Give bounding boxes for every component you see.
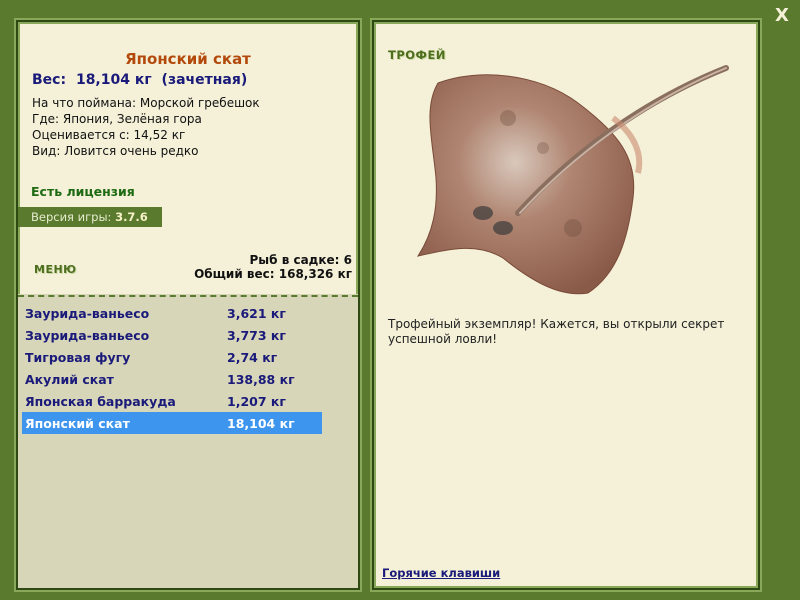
fish-row-weight: 18,104 кг [227,416,295,431]
version-label: Версия игры: [31,210,112,224]
weight-value: 18,104 кг [75,72,152,88]
fish-row-weight: 3,621 кг [227,306,286,321]
stingray-image [416,65,729,295]
fish-list-row[interactable]: Японская барракуда 1,207 кг [22,390,322,412]
fish-row-name: Тигровая фугу [25,350,131,365]
close-button[interactable]: X [772,6,792,26]
fish-row-weight: 3,773 кг [227,328,286,343]
fish-list-row[interactable]: Тигровая фугу 2,74 кг [22,346,322,368]
rarity-info: Вид: Ловится очень редко [32,144,199,158]
fish-row-weight: 1,207 кг [227,394,286,409]
fish-row-name: Японская барракуда [25,394,176,409]
fish-row-weight: 2,74 кг [227,350,278,365]
trophy-label: ТРОФЕЙ [388,48,446,62]
keepnet-total: Общий вес: 168,326 кг [194,267,352,281]
fish-weight: Вес: 18,104 кг (зачетная) [32,72,247,88]
keepnet-count: Рыб в садке: 6 [249,253,353,267]
weight-note: (зачетная) [161,72,248,88]
version-value: 3.7.6 [115,210,148,224]
license-status: Есть лицензия [31,184,135,199]
bait-info: На что поймана: Морской гребешок [32,96,260,110]
weight-label: Вес: [32,72,67,88]
menu-button[interactable]: МЕНЮ [34,263,77,276]
divider [18,295,358,297]
hotkeys-link[interactable]: Горячие клавиши [382,566,500,580]
fish-row-name: Акулий скат [25,372,114,387]
fish-info-panel: Японский скат Вес: 18,104 кг (зачетная) … [16,20,360,590]
fish-row-name: Японский скат [25,416,130,431]
value-info: Оценивается с: 14,52 кг [32,128,186,142]
fish-row-name: Заурида-ваньесо [25,306,150,321]
trophy-panel: ТРОФЕЙ Трофейный экземпляр! Кажется, вы … [372,20,760,590]
fish-list-row[interactable]: Акулий скат 138,88 кг [22,368,322,390]
fish-list-row[interactable]: Заурида-ваньесо 3,773 кг [22,324,322,346]
trophy-description: Трофейный экземпляр! Кажется, вы открыли… [388,317,725,346]
fish-list-row[interactable]: Заурида-ваньесо 3,621 кг [22,302,322,324]
fish-list-row-selected[interactable]: Японский скат 18,104 кг [22,412,322,434]
version-bar: Версия игры: 3.7.6 [18,207,162,227]
keepnet-summary: Рыб в садке: 6 Общий вес: 168,326 кг [194,253,352,281]
fish-title: Японский скат [125,50,251,68]
location-info: Где: Япония, Зелёная гора [32,112,202,126]
fish-row-name: Заурида-ваньесо [25,328,150,343]
fish-row-weight: 138,88 кг [227,372,295,387]
